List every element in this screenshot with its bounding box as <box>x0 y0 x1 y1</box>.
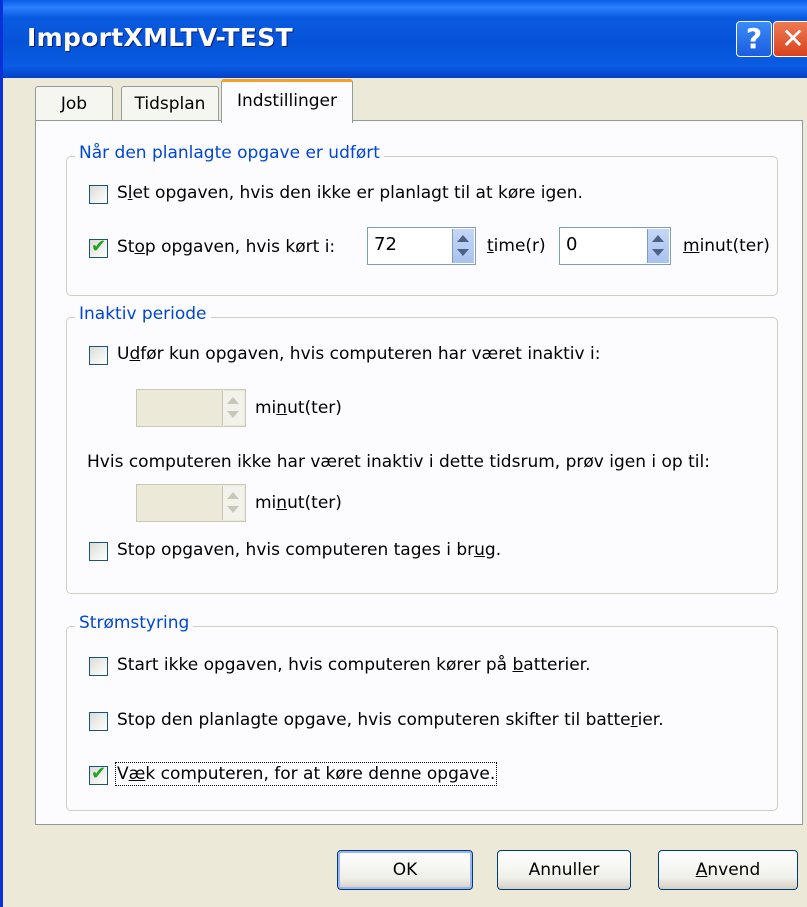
minutes-label: minut(ter) <box>683 236 770 256</box>
spin-up-icon[interactable] <box>457 235 469 242</box>
stop-battery-checkbox[interactable] <box>89 712 108 731</box>
idle-minutes-label: minut(ter) <box>255 398 342 418</box>
idle-minutes-stepper[interactable] <box>136 389 246 427</box>
group-task-completed: Når den planlagte opgave er udført Slet … <box>66 143 778 296</box>
hours-spin-buttons[interactable] <box>452 229 474 263</box>
window-title: ImportXMLTV-TEST <box>27 23 293 52</box>
retry-text: Hvis computeren ikke har været inaktiv i… <box>87 452 710 472</box>
cancel-button[interactable]: Annuller <box>497 850 631 890</box>
idle-spin-buttons[interactable] <box>222 391 244 425</box>
spin-up-icon[interactable] <box>227 397 239 404</box>
stop-battery-label: Stop den planlagte opgave, hvis computer… <box>117 710 664 730</box>
wake-computer-checkbox[interactable]: ✔ <box>89 763 108 785</box>
retry-minutes-label: minut(ter) <box>255 493 342 513</box>
close-button[interactable]: ✕ <box>773 21 807 57</box>
spin-down-icon[interactable] <box>227 411 239 418</box>
hours-value[interactable]: 72 <box>374 234 397 255</box>
tab-panel-indstillinger: Når den planlagte opgave er udført Slet … <box>35 120 803 825</box>
apply-button[interactable]: Anvend <box>658 850 798 890</box>
tab-indstillinger[interactable]: Indstillinger <box>221 79 353 123</box>
title-bar[interactable]: ImportXMLTV-TEST ? ✕ <box>3 0 807 78</box>
wake-computer-label: Væk computeren, for at køre denne opgave… <box>114 762 498 786</box>
retry-minutes-stepper[interactable] <box>136 484 246 522</box>
dialog-window: ImportXMLTV-TEST ? ✕ Job Tidsplan Indsti… <box>0 0 807 907</box>
tab-tidsplan[interactable]: Tidsplan <box>121 86 219 122</box>
checkmark-icon: ✔ <box>91 236 107 257</box>
spin-down-icon[interactable] <box>457 249 469 256</box>
only-idle-checkbox[interactable] <box>89 346 108 365</box>
only-idle-label: Udfør kun opgaven, hvis computeren har v… <box>117 344 601 364</box>
help-button[interactable]: ? <box>736 21 772 57</box>
hours-label: time(r) <box>487 236 546 256</box>
stop-task-label: Stop opgaven, hvis kørt i: <box>117 237 336 257</box>
no-start-battery-checkbox[interactable] <box>89 657 108 676</box>
group-idle-period: Inaktiv periode Udfør kun opgaven, hvis … <box>66 304 778 594</box>
group-power-management: Strømstyring Start ikke opgaven, hvis co… <box>66 613 778 811</box>
minutes-value[interactable]: 0 <box>566 234 577 255</box>
stop-in-use-checkbox[interactable] <box>89 542 108 561</box>
spin-down-icon[interactable] <box>227 506 239 513</box>
group-title-power: Strømstyring <box>75 613 194 633</box>
tab-job[interactable]: Job <box>35 86 113 122</box>
hours-stepper[interactable]: 72 <box>367 227 476 265</box>
retry-spin-buttons[interactable] <box>222 486 244 520</box>
stop-in-use-label: Stop opgaven, hvis computeren tages i br… <box>117 540 502 560</box>
group-title-completed: Når den planlagte opgave er udført <box>75 143 384 163</box>
ok-button[interactable]: OK <box>337 850 473 890</box>
group-title-idle: Inaktiv periode <box>75 304 211 324</box>
delete-task-label: Slet opgaven, hvis den ikke er planlagt … <box>117 183 583 203</box>
no-start-battery-label: Start ikke opgaven, hvis computeren køre… <box>117 655 591 675</box>
stop-task-checkbox[interactable]: ✔ <box>89 236 108 258</box>
minutes-stepper[interactable]: 0 <box>559 227 671 265</box>
spin-down-icon[interactable] <box>652 249 664 256</box>
spin-up-icon[interactable] <box>227 492 239 499</box>
delete-task-checkbox[interactable] <box>89 185 108 204</box>
spin-up-icon[interactable] <box>652 235 664 242</box>
minutes-spin-buttons[interactable] <box>647 229 669 263</box>
checkmark-icon: ✔ <box>91 763 107 784</box>
